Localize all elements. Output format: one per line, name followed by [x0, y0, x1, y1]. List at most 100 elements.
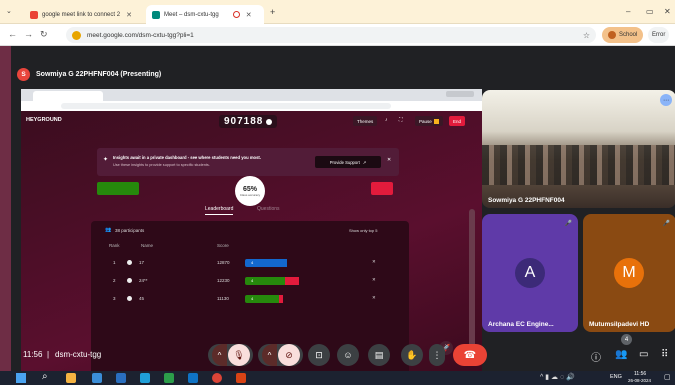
col-score: Score: [217, 243, 229, 248]
copy-icon[interactable]: [266, 118, 273, 125]
restore-button[interactable]: ▭: [646, 7, 654, 16]
incorrect-bar: [371, 182, 393, 195]
participant-tile-sowmiya[interactable]: ⋯ Sowmiya G 22PHFNF004: [482, 90, 675, 208]
chevron-up-icon[interactable]: ^: [212, 344, 227, 366]
external-link-icon: ↗: [362, 159, 367, 165]
meet-control-bar: 11:56 | dsm-cxtu-tgg ^ 🎙 ^ ⊘ ⊡ ☺ ▤ ✋ ⋮ ☎…: [11, 334, 675, 371]
fullscreen-icon[interactable]: ⛶: [399, 117, 403, 123]
activities-icon[interactable]: ⠿: [661, 349, 668, 360]
more-options-button[interactable]: ⋮: [429, 344, 445, 366]
shared-address-bar: [21, 101, 482, 111]
info-icon[interactable]: ⓘ: [591, 349, 601, 364]
avatar: [608, 31, 616, 39]
pause-button[interactable]: Pause: [415, 116, 443, 126]
table-row: 2 24** 12230 4 ✕: [113, 277, 376, 285]
recording-indicator-icon: [232, 11, 240, 18]
window-edge: [0, 46, 11, 371]
present-button[interactable]: ⊡: [308, 344, 330, 366]
correct-bar: [97, 182, 139, 195]
volume-icon[interactable]: ♪: [385, 117, 388, 123]
search-icon[interactable]: ⌕: [42, 371, 48, 382]
participant-tile-archana[interactable]: 🎤 A Archana EC Engine...: [482, 214, 578, 332]
tile-name: Mutumsilpadevi HD: [589, 321, 650, 328]
meeting-time: 11:56: [23, 350, 43, 359]
participant-count-badge: 4: [621, 334, 632, 345]
camera-off-icon[interactable]: ⊘: [278, 344, 300, 366]
accuracy-sub: Class accuracy: [239, 192, 261, 197]
avatar: A: [515, 258, 545, 288]
chevron-up-icon[interactable]: ^: [262, 344, 277, 366]
meeting-code: dsm-cxtu-tgg: [55, 350, 102, 359]
tab-google-meet-link[interactable]: google meet link to connect 2 ✕: [24, 5, 142, 24]
presenter-label: Sowmiya G 22PHFNF004 (Presenting): [36, 70, 162, 78]
classroom-video: [482, 145, 675, 185]
accuracy-percent: 65%: [242, 185, 257, 193]
windows-start-icon[interactable]: [16, 373, 26, 383]
tile-name: Sowmiya G 22PHFNF004: [488, 197, 565, 204]
more-options-icon[interactable]: ⋯: [660, 94, 672, 106]
close-tab-icon[interactable]: ✕: [246, 11, 252, 19]
themes-button[interactable]: Themes: [353, 116, 378, 126]
app-icon[interactable]: [164, 373, 174, 383]
presenter-bar: S Sowmiya G 22PHFNF004 (Presenting): [17, 66, 161, 82]
captions-button[interactable]: ▤: [368, 344, 390, 366]
clock-time[interactable]: 11:56: [634, 371, 646, 377]
shared-scrollbar: [469, 209, 475, 349]
mic-off-icon[interactable]: 🎙: [228, 344, 250, 366]
forward-icon[interactable]: →: [24, 29, 33, 39]
camera-control[interactable]: ^ ⊘: [258, 344, 303, 366]
people-icon[interactable]: 👥: [615, 349, 627, 360]
close-tab-icon[interactable]: ✕: [126, 11, 132, 19]
tab-title: google meet link to connect 2: [42, 11, 121, 18]
brand-logo: HEYGROUND: [26, 117, 62, 123]
tab-questions[interactable]: Questions: [257, 206, 280, 212]
tab-meet[interactable]: Meet – dsm-cxtu-tgg ✕: [146, 5, 264, 24]
participants-icon: 👥: [105, 227, 112, 233]
new-tab-button[interactable]: +: [270, 7, 275, 17]
notifications-icon[interactable]: ▢: [664, 373, 671, 381]
remove-player-icon[interactable]: ✕: [372, 259, 376, 265]
mic-control[interactable]: ^ 🎙: [208, 344, 253, 366]
system-tray-icons[interactable]: ^ ▮ ☁ ◌ 🔊: [540, 373, 575, 381]
participant-tile-mutumsilpadevi[interactable]: 🎤 M Mutumsilpadevi HD: [583, 214, 675, 332]
app-icon[interactable]: [66, 373, 76, 383]
language-indicator[interactable]: ENG: [610, 374, 622, 380]
browser-tab-strip: ⌄ google meet link to connect 2 ✕ Meet –…: [0, 0, 675, 24]
remove-player-icon[interactable]: ✕: [372, 295, 376, 301]
clock-date[interactable]: 26-08-2024: [628, 378, 651, 383]
shared-quiz-page: HEYGROUND 907188 Themes ♪ ⛶ Pause End ✦ …: [21, 111, 482, 376]
raise-hand-button[interactable]: ✋: [401, 344, 423, 366]
table-row: 1 17 12870 4 ✕: [113, 259, 376, 267]
close-banner-icon[interactable]: ✕: [387, 157, 391, 163]
end-button[interactable]: End: [449, 116, 466, 126]
tab-list-chevron-icon[interactable]: ⌄: [6, 7, 12, 15]
minimize-button[interactable]: –: [626, 7, 630, 16]
profile-school[interactable]: School: [602, 27, 644, 43]
provide-support-button[interactable]: Provide Support ↗: [315, 156, 381, 168]
remove-player-icon[interactable]: ✕: [372, 277, 376, 283]
emoji-button[interactable]: ☺: [337, 344, 359, 366]
banner-subtitle: Use these insights to provide support to…: [113, 163, 210, 167]
chrome-icon[interactable]: [212, 373, 222, 383]
avatar: [127, 260, 132, 265]
app-icon[interactable]: [236, 373, 246, 383]
app-icon[interactable]: [116, 373, 126, 383]
muted-icon: 🎤: [662, 221, 670, 227]
windows-taskbar: ⌕ ^ ▮ ☁ ◌ 🔊 ENG 11:56 26-08-2024 ▢: [0, 371, 675, 385]
reload-icon[interactable]: ↻: [40, 29, 48, 40]
bookmark-star-icon[interactable]: ☆: [583, 31, 590, 40]
app-icon[interactable]: [140, 373, 150, 383]
chat-icon[interactable]: ▭: [639, 349, 648, 360]
col-name: Name: [141, 243, 154, 248]
profile-error[interactable]: Error: [648, 27, 670, 43]
tab-leaderboard[interactable]: Leaderboard: [205, 206, 234, 215]
participant-count: 38 participants: [115, 228, 145, 233]
app-icon[interactable]: [92, 373, 102, 383]
site-info-icon[interactable]: [72, 30, 81, 40]
address-bar[interactable]: meet.google.com/dsm-cxtu-tgg?pli=1 ☆: [66, 27, 596, 43]
app-icon[interactable]: [188, 373, 198, 383]
show-only-top[interactable]: Show only top 5: [349, 228, 377, 233]
close-window-button[interactable]: ✕: [664, 7, 671, 16]
back-icon[interactable]: ←: [8, 29, 17, 39]
leave-call-button[interactable]: ☎: [453, 344, 487, 366]
